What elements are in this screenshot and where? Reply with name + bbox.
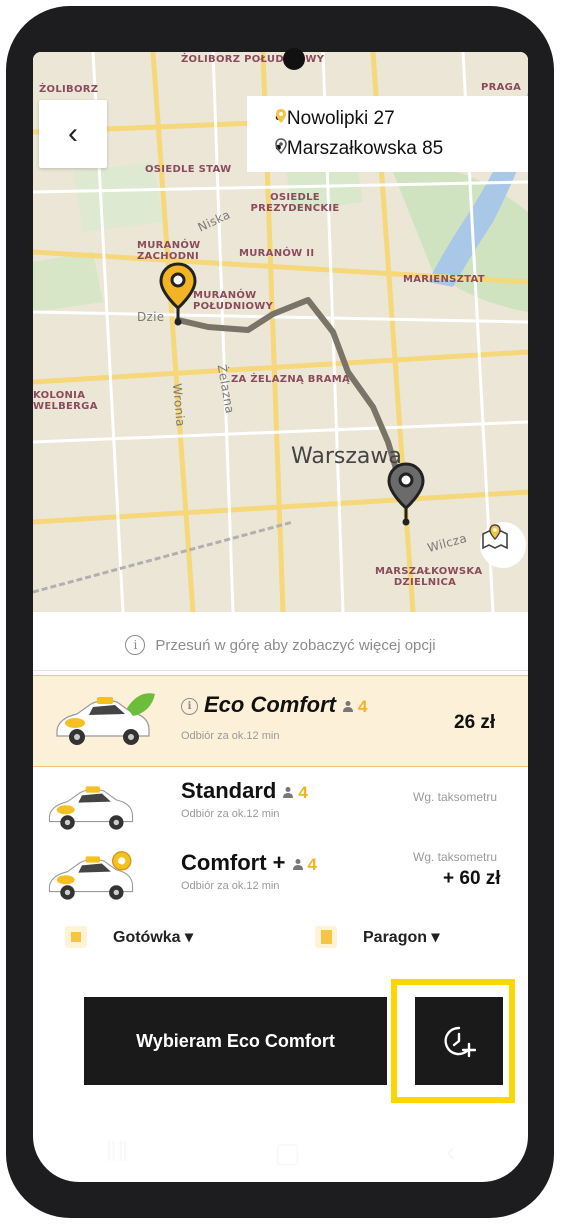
person-icon (343, 701, 353, 713)
eco-comfort-title: i Eco Comfort 4 (181, 692, 367, 718)
confirm-order-label: Wybieram Eco Comfort (136, 1030, 335, 1051)
map-label-osiedle-prezydenckie: OSIEDLE PREZYDENCKIE (250, 192, 340, 214)
swipe-hint: i Przesuń w górę aby zobaczyć więcej opc… (33, 635, 528, 655)
map-label-muranow-poludniowy: MURANÓW POŁUDNIOWY (193, 290, 274, 312)
recent-apps-icon[interactable]: ‖‖ (106, 1136, 129, 1168)
system-nav-bar: ‖‖ ▢ ‹ (33, 1122, 528, 1182)
map-label-muranow-ii: MURANÓW II (239, 248, 315, 259)
receipt-type-selector[interactable]: Paragon ▾ (315, 926, 440, 948)
app-screen: ŻOLIBORZ POŁUDNIOWY ŻOLIBORZ PRAGA OSIED… (33, 52, 528, 1182)
map-label-mariensztat: MARIENSZTAT (403, 274, 485, 285)
map-label-osiedle-staw: OSIEDLE STAW (145, 164, 232, 175)
confirm-order-button[interactable]: Wybieram Eco Comfort (84, 997, 387, 1085)
pickup-row: • Nowolipki 27 (275, 108, 395, 130)
person-icon (292, 859, 303, 871)
pickup-small-pin-icon (276, 109, 286, 123)
route-map[interactable]: ŻOLIBORZ POŁUDNIOWY ŻOLIBORZ PRAGA OSIED… (33, 52, 528, 612)
standard-eta: Odbiór za ok.12 min (181, 808, 280, 820)
chevron-left-icon: ‹ (68, 117, 78, 150)
info-icon: i (125, 635, 146, 655)
hint-divider (33, 670, 528, 671)
option-comfort-plus[interactable]: Comfort + 4 Odbiór za ok.12 min Wg. takso… (33, 842, 528, 912)
home-icon[interactable]: ▢ (274, 1136, 300, 1169)
eco-info-icon[interactable]: i (181, 697, 198, 715)
clock-plus-icon (444, 1026, 476, 1058)
destination-address: • Marszałkowska 85 (275, 138, 444, 159)
comfort-plus-taxi-car-icon (48, 851, 134, 900)
eco-seats: 4 (358, 697, 368, 716)
eco-taxi-car-icon (56, 693, 155, 745)
wallet-icon (65, 926, 87, 948)
map-pin-icon (482, 524, 508, 550)
pickup-pin-icon[interactable] (159, 262, 197, 326)
map-label-zoliborz: ŻOLIBORZ (39, 84, 99, 95)
standard-seats: 4 (298, 783, 308, 802)
destination-row: • Marszałkowska 85 (275, 138, 443, 160)
eco-comfort-eta: Odbiór za ok.12 min (181, 730, 280, 742)
payment-method-selector[interactable]: Gotówka ▾ (65, 926, 193, 948)
map-label-muranow-zachodni: MURANÓW ZACHODNI (137, 240, 201, 262)
receipt-type-label: Paragon ▾ (363, 929, 440, 946)
comfort-plus-title: Comfort + 4 (181, 850, 317, 876)
back-nav-icon[interactable]: ‹ (446, 1136, 455, 1168)
map-label-praga: PRAGA (481, 82, 522, 93)
comfort-plus-eta: Odbiór za ok.12 min (181, 880, 280, 892)
payment-method-label: Gotówka ▾ (113, 929, 194, 946)
map-label-marszalkowska-dzielnica: MARSZAŁKOWSKA DZIELNICA (375, 566, 483, 588)
person-icon (283, 787, 294, 799)
eco-comfort-price: 26 zł (454, 712, 496, 733)
comfort-plus-meter: Wg. taksometru (413, 850, 498, 864)
destination-small-pin-icon (275, 138, 287, 154)
receipt-icon (315, 926, 337, 948)
standard-taxi-car-icon (48, 786, 134, 830)
map-label-warszawa: Warszawa (291, 444, 402, 469)
map-view-button[interactable] (480, 522, 526, 568)
schedule-ride-button[interactable] (415, 997, 503, 1085)
map-label-kolonia-welberga: KOLONIA WELBERGA (33, 390, 98, 412)
standard-meter: Wg. taksometru (413, 790, 498, 804)
pickup-address: • Nowolipki 27 (275, 108, 395, 129)
comfort-plus-seats: 4 (307, 855, 317, 874)
destination-pin-icon[interactable] (387, 462, 425, 526)
route-summary[interactable]: • Nowolipki 27 • Marszałkowska 85 (247, 96, 528, 172)
map-label-za-zelazna-brama: ZA ŻELAZNĄ BRAMĄ (231, 374, 351, 385)
comfort-plus-label: Comfort + (181, 850, 286, 875)
eco-comfort-label: Eco Comfort (204, 692, 336, 717)
comfort-plus-price: + 60 zł (443, 868, 501, 889)
option-standard[interactable]: Standard 4 Odbiór za ok.12 min Wg. taksom… (33, 772, 528, 842)
standard-label: Standard (181, 778, 277, 803)
back-button[interactable]: ‹ (39, 100, 107, 168)
front-camera (283, 48, 305, 70)
swipe-hint-text: Przesuń w górę aby zobaczyć więcej opcji (155, 636, 436, 654)
option-eco-comfort[interactable]: i Eco Comfort 4 Odbiór za ok.12 min 26 zł (33, 675, 528, 767)
standard-title: Standard 4 (181, 778, 308, 804)
